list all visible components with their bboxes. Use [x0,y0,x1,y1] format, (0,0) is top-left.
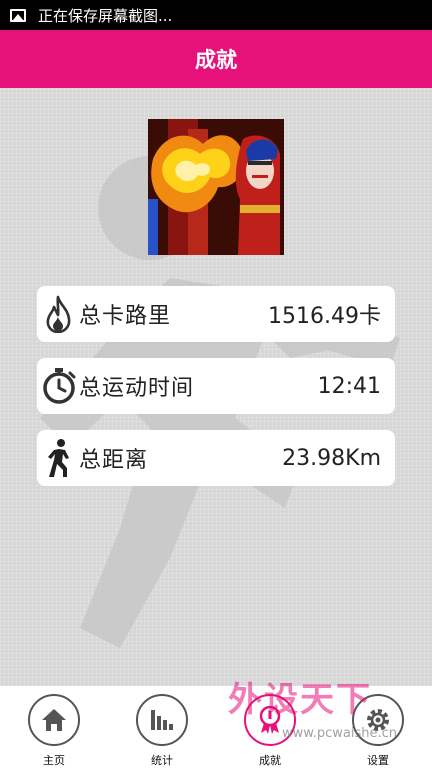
screenshot-icon [10,8,26,22]
nav-achievements-button[interactable] [244,694,296,746]
achievement-content: 总卡路里 1516.49卡 总运动时间 12:41 总距离 23.98Km [0,88,432,686]
nav-label-stats: 统计 [151,754,173,767]
nav-home-button[interactable] [28,694,80,746]
nav-label-settings: 设置 [367,754,389,767]
home-icon [42,709,66,731]
nav-item-stats[interactable]: 统计 [108,686,216,768]
nav-item-home[interactable]: 主页 [0,686,108,768]
status-bar: 正在保存屏幕截图... [0,0,432,30]
nav-stats-button[interactable] [136,694,188,746]
nav-item-settings[interactable]: 设置 [324,686,432,768]
user-avatar[interactable] [148,119,284,255]
stat-value-distance: 23.98Km [282,445,381,471]
flame-icon [41,294,77,334]
header-bar: 成就 [0,30,432,88]
nav-settings-button[interactable] [352,694,404,746]
stat-card-duration[interactable]: 总运动时间 12:41 [37,358,395,414]
avatar-image [148,119,284,255]
stopwatch-icon [41,366,77,406]
stat-value-duration: 12:41 [317,373,381,399]
gear-icon [367,709,389,731]
page-title: 成就 [195,48,237,72]
award-icon [259,705,281,734]
stat-label-calories: 总卡路里 [79,304,172,329]
stat-value-calories: 1516.49卡 [268,304,381,329]
stat-card-distance[interactable]: 总距离 23.98Km [37,430,395,486]
stat-card-calories[interactable]: 总卡路里 1516.49卡 [37,286,395,342]
stat-label-distance: 总距离 [79,448,149,473]
walking-person-icon [41,438,77,478]
nav-label-achievements: 成就 [259,754,281,767]
nav-label-home: 主页 [43,754,65,767]
nav-item-achievements[interactable]: 成就 [216,686,324,768]
stat-label-duration: 总运动时间 [79,376,195,401]
bottom-nav: 主页 统计 成就 设置 [0,686,432,768]
status-text: 正在保存屏幕截图... [38,6,173,25]
bar-chart-icon [151,710,173,730]
